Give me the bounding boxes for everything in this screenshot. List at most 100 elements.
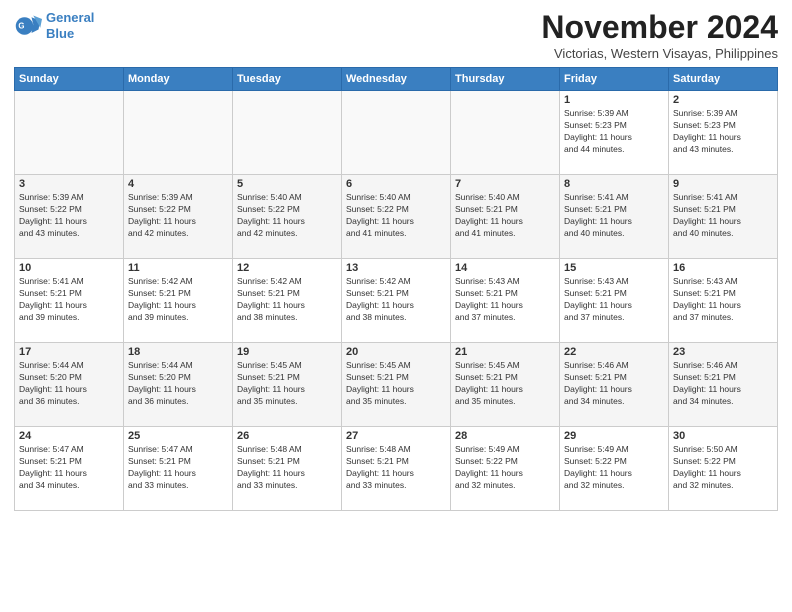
day-info: Sunrise: 5:47 AM Sunset: 5:21 PM Dayligh… xyxy=(19,444,119,492)
day-number: 30 xyxy=(673,430,773,442)
day-info: Sunrise: 5:40 AM Sunset: 5:22 PM Dayligh… xyxy=(237,192,337,240)
day-number: 12 xyxy=(237,262,337,274)
location: Victorias, Western Visayas, Philippines xyxy=(541,46,778,61)
day-info: Sunrise: 5:39 AM Sunset: 5:23 PM Dayligh… xyxy=(673,108,773,156)
calendar: SundayMondayTuesdayWednesdayThursdayFrid… xyxy=(14,67,778,511)
day-info: Sunrise: 5:49 AM Sunset: 5:22 PM Dayligh… xyxy=(564,444,664,492)
day-number: 26 xyxy=(237,430,337,442)
logo-line1: General xyxy=(46,10,94,25)
day-number: 23 xyxy=(673,346,773,358)
calendar-day-cell: 27Sunrise: 5:48 AM Sunset: 5:21 PM Dayli… xyxy=(342,427,451,511)
calendar-day-cell: 1Sunrise: 5:39 AM Sunset: 5:23 PM Daylig… xyxy=(560,91,669,175)
day-number: 17 xyxy=(19,346,119,358)
day-info: Sunrise: 5:48 AM Sunset: 5:21 PM Dayligh… xyxy=(237,444,337,492)
calendar-day-cell: 13Sunrise: 5:42 AM Sunset: 5:21 PM Dayli… xyxy=(342,259,451,343)
day-number: 4 xyxy=(128,178,228,190)
page-container: G General Blue November 2024 Victorias, … xyxy=(0,0,792,517)
day-number: 14 xyxy=(455,262,555,274)
calendar-day-cell: 25Sunrise: 5:47 AM Sunset: 5:21 PM Dayli… xyxy=(124,427,233,511)
day-info: Sunrise: 5:45 AM Sunset: 5:21 PM Dayligh… xyxy=(237,360,337,408)
day-info: Sunrise: 5:43 AM Sunset: 5:21 PM Dayligh… xyxy=(455,276,555,324)
weekday-header-friday: Friday xyxy=(560,68,669,91)
calendar-day-cell: 22Sunrise: 5:46 AM Sunset: 5:21 PM Dayli… xyxy=(560,343,669,427)
day-number: 2 xyxy=(673,94,773,106)
svg-text:G: G xyxy=(18,21,24,30)
calendar-day-cell: 5 Sunrise: 5:40 AM Sunset: 5:22 PM Daylig… xyxy=(233,175,342,259)
calendar-day-cell: 19Sunrise: 5:45 AM Sunset: 5:21 PM Dayli… xyxy=(233,343,342,427)
calendar-day-cell: 20Sunrise: 5:45 AM Sunset: 5:21 PM Dayli… xyxy=(342,343,451,427)
day-info: Sunrise: 5:42 AM Sunset: 5:21 PM Dayligh… xyxy=(128,276,228,324)
day-info: Sunrise: 5:46 AM Sunset: 5:21 PM Dayligh… xyxy=(673,360,773,408)
logo-text: General Blue xyxy=(46,10,94,41)
calendar-day-cell: 16 Sunrise: 5:43 AM Sunset: 5:21 PM Dayli… xyxy=(669,259,778,343)
calendar-week-2: 3Sunrise: 5:39 AM Sunset: 5:22 PM Daylig… xyxy=(15,175,778,259)
day-info: Sunrise: 5:41 AM Sunset: 5:21 PM Dayligh… xyxy=(564,192,664,240)
calendar-day-cell: 15 Sunrise: 5:43 AM Sunset: 5:21 PM Dayli… xyxy=(560,259,669,343)
title-block: November 2024 Victorias, Western Visayas… xyxy=(541,10,778,61)
day-info: Sunrise: 5:43 AM Sunset: 5:21 PM Dayligh… xyxy=(564,276,664,324)
weekday-header-saturday: Saturday xyxy=(669,68,778,91)
day-info: Sunrise: 5:49 AM Sunset: 5:22 PM Dayligh… xyxy=(455,444,555,492)
logo: G General Blue xyxy=(14,10,94,41)
day-info: Sunrise: 5:45 AM Sunset: 5:21 PM Dayligh… xyxy=(455,360,555,408)
weekday-header-monday: Monday xyxy=(124,68,233,91)
calendar-week-3: 10 Sunrise: 5:41 AM Sunset: 5:21 PM Dayli… xyxy=(15,259,778,343)
calendar-day-cell: 3Sunrise: 5:39 AM Sunset: 5:22 PM Daylig… xyxy=(15,175,124,259)
calendar-day-cell: 8Sunrise: 5:41 AM Sunset: 5:21 PM Daylig… xyxy=(560,175,669,259)
day-info: Sunrise: 5:44 AM Sunset: 5:20 PM Dayligh… xyxy=(128,360,228,408)
header: G General Blue November 2024 Victorias, … xyxy=(14,10,778,61)
calendar-day-cell: 29 Sunrise: 5:49 AM Sunset: 5:22 PM Dayli… xyxy=(560,427,669,511)
weekday-header-wednesday: Wednesday xyxy=(342,68,451,91)
calendar-day-cell: 24 Sunrise: 5:47 AM Sunset: 5:21 PM Dayli… xyxy=(15,427,124,511)
calendar-day-cell: 17 Sunrise: 5:44 AM Sunset: 5:20 PM Dayli… xyxy=(15,343,124,427)
calendar-day-cell: 10 Sunrise: 5:41 AM Sunset: 5:21 PM Dayli… xyxy=(15,259,124,343)
weekday-header-row: SundayMondayTuesdayWednesdayThursdayFrid… xyxy=(15,68,778,91)
day-number: 21 xyxy=(455,346,555,358)
day-number: 10 xyxy=(19,262,119,274)
calendar-day-cell: 28 Sunrise: 5:49 AM Sunset: 5:22 PM Dayli… xyxy=(451,427,560,511)
day-number: 9 xyxy=(673,178,773,190)
day-number: 24 xyxy=(19,430,119,442)
day-number: 16 xyxy=(673,262,773,274)
day-number: 29 xyxy=(564,430,664,442)
day-info: Sunrise: 5:40 AM Sunset: 5:21 PM Dayligh… xyxy=(455,192,555,240)
day-info: Sunrise: 5:41 AM Sunset: 5:21 PM Dayligh… xyxy=(673,192,773,240)
day-info: Sunrise: 5:40 AM Sunset: 5:22 PM Dayligh… xyxy=(346,192,446,240)
calendar-day-cell: 30Sunrise: 5:50 AM Sunset: 5:22 PM Dayli… xyxy=(669,427,778,511)
day-info: Sunrise: 5:39 AM Sunset: 5:23 PM Dayligh… xyxy=(564,108,664,156)
calendar-day-cell xyxy=(451,91,560,175)
calendar-day-cell: 6 Sunrise: 5:40 AM Sunset: 5:22 PM Daylig… xyxy=(342,175,451,259)
calendar-day-cell: 14 Sunrise: 5:43 AM Sunset: 5:21 PM Dayli… xyxy=(451,259,560,343)
calendar-week-5: 24 Sunrise: 5:47 AM Sunset: 5:21 PM Dayli… xyxy=(15,427,778,511)
day-info: Sunrise: 5:45 AM Sunset: 5:21 PM Dayligh… xyxy=(346,360,446,408)
calendar-day-cell: 21 Sunrise: 5:45 AM Sunset: 5:21 PM Dayli… xyxy=(451,343,560,427)
calendar-week-1: 1Sunrise: 5:39 AM Sunset: 5:23 PM Daylig… xyxy=(15,91,778,175)
day-info: Sunrise: 5:41 AM Sunset: 5:21 PM Dayligh… xyxy=(19,276,119,324)
day-number: 18 xyxy=(128,346,228,358)
month-title: November 2024 xyxy=(541,10,778,45)
calendar-day-cell: 11 Sunrise: 5:42 AM Sunset: 5:21 PM Dayli… xyxy=(124,259,233,343)
day-number: 28 xyxy=(455,430,555,442)
calendar-day-cell xyxy=(15,91,124,175)
day-info: Sunrise: 5:42 AM Sunset: 5:21 PM Dayligh… xyxy=(237,276,337,324)
day-number: 13 xyxy=(346,262,446,274)
logo-line2: Blue xyxy=(46,26,74,41)
weekday-header-tuesday: Tuesday xyxy=(233,68,342,91)
calendar-day-cell xyxy=(233,91,342,175)
day-number: 15 xyxy=(564,262,664,274)
day-number: 6 xyxy=(346,178,446,190)
day-number: 27 xyxy=(346,430,446,442)
day-number: 7 xyxy=(455,178,555,190)
day-number: 11 xyxy=(128,262,228,274)
day-number: 5 xyxy=(237,178,337,190)
day-info: Sunrise: 5:43 AM Sunset: 5:21 PM Dayligh… xyxy=(673,276,773,324)
calendar-day-cell: 7 Sunrise: 5:40 AM Sunset: 5:21 PM Daylig… xyxy=(451,175,560,259)
day-info: Sunrise: 5:39 AM Sunset: 5:22 PM Dayligh… xyxy=(128,192,228,240)
day-number: 25 xyxy=(128,430,228,442)
weekday-header-sunday: Sunday xyxy=(15,68,124,91)
calendar-day-cell xyxy=(124,91,233,175)
calendar-day-cell: 12 Sunrise: 5:42 AM Sunset: 5:21 PM Dayli… xyxy=(233,259,342,343)
calendar-day-cell: 2 Sunrise: 5:39 AM Sunset: 5:23 PM Daylig… xyxy=(669,91,778,175)
calendar-day-cell: 18 Sunrise: 5:44 AM Sunset: 5:20 PM Dayli… xyxy=(124,343,233,427)
day-info: Sunrise: 5:44 AM Sunset: 5:20 PM Dayligh… xyxy=(19,360,119,408)
